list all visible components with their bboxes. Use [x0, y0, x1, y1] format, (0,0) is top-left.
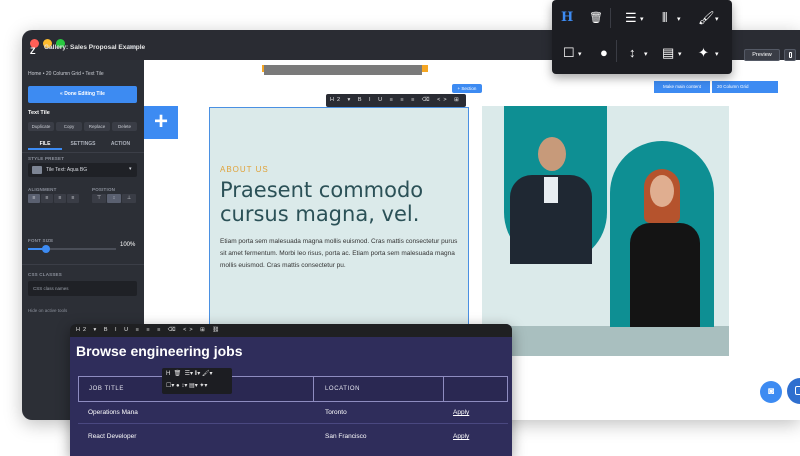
delete-button[interactable]: Delete — [112, 122, 137, 131]
border-icon[interactable]: ☐ — [563, 45, 575, 61]
chevron-down-icon[interactable]: ▾ — [640, 15, 644, 23]
body-copy[interactable]: Etiam porta sem malesuada magna mollis e… — [220, 236, 460, 272]
chevron-down-icon[interactable]: ▾ — [715, 50, 719, 58]
position-top-icon[interactable]: ⊤ — [92, 194, 106, 203]
font-size-label: FONT SIZE — [28, 238, 54, 243]
alignment-label: ALIGNMENT — [28, 187, 57, 192]
font-size-slider-thumb[interactable] — [42, 245, 50, 253]
mini-format-toolbar[interactable]: H 🗑 ☰▾ ⫴▾ 🖌▾ ☐▾ ● ↕▾ ▤▾ ✦▾ — [162, 368, 232, 394]
mini-toolbar-row: H 🗑 ☰▾ ⫴▾ 🖌▾ — [166, 371, 213, 377]
align-center-icon[interactable]: ≡ — [41, 194, 53, 203]
jobs-text-toolbar[interactable]: H2 ▾ B I U ≡ ≡ ≡ ⌫ <> ⊞ ⛓ — [70, 324, 512, 337]
done-editing-button[interactable]: « Done Editing Tile — [28, 86, 137, 103]
font-size-slider-rest — [46, 248, 116, 250]
mini-toolbar-row: ☐▾ ● ↕▾ ▤▾ ✦▾ — [166, 383, 208, 389]
hide-toggle[interactable]: Hide on active tools — [28, 308, 67, 313]
align-icon[interactable]: ☰ — [625, 10, 637, 26]
magic-icon[interactable]: ✦ — [698, 45, 709, 61]
edit-label[interactable]: Edit — [128, 45, 137, 51]
columns-icon[interactable]: ⫴ — [662, 10, 667, 26]
text-format-toolbar[interactable]: H2 ▾ B I U ≡ ≡ ≡ ⌫ <> ⊞ ⛓ — [326, 94, 466, 107]
apply-link[interactable]: Apply — [453, 433, 469, 440]
eyebrow-text: ABOUT US — [220, 165, 269, 174]
align-left-icon[interactable]: ≡ — [28, 194, 40, 203]
chevron-down-icon[interactable]: ▾ — [715, 15, 719, 23]
style-preset-value: Tile Text: Aqua BG — [46, 167, 88, 173]
apply-link[interactable]: Apply — [453, 409, 469, 416]
height-icon[interactable]: ↕ — [629, 45, 636, 61]
chevron-down-icon[interactable]: ▾ — [578, 50, 582, 58]
divider — [616, 40, 617, 62]
tab-action[interactable]: ACTION — [104, 138, 137, 150]
divider — [443, 377, 444, 401]
replace-button[interactable]: Replace — [84, 122, 110, 131]
camera-icon[interactable]: ◙ — [760, 381, 782, 403]
panel-title: Text Tile — [28, 110, 50, 116]
job-title-cell[interactable]: Operations Mana — [88, 409, 138, 416]
woman-face — [650, 175, 674, 207]
preview-button[interactable]: Preview — [744, 49, 780, 61]
job-location-cell: San Francisco — [325, 433, 367, 440]
chevron-down-icon: ▾ — [129, 166, 132, 172]
heading-icon[interactable]: H — [561, 10, 573, 26]
job-location-cell: Toronto — [325, 409, 347, 416]
divider — [22, 152, 144, 153]
plus-icon: + — [153, 108, 168, 135]
top-image[interactable] — [264, 65, 422, 75]
breadcrumb[interactable]: Home • 20 Column Grid • Text Tile — [28, 71, 104, 77]
duplicate-button[interactable]: Duplicate — [28, 122, 54, 131]
phone-icon — [789, 52, 792, 58]
css-classes-input[interactable]: CSS class names — [28, 281, 137, 296]
chat-icon — [795, 386, 800, 395]
position-label: POSITION — [92, 187, 116, 192]
job-title-cell[interactable]: React Developer — [88, 433, 136, 440]
css-classes-placeholder: CSS class names — [33, 286, 69, 291]
style-preset-label: STYLE PRESET — [28, 156, 65, 161]
tab-settings[interactable]: SETTINGS — [64, 138, 102, 150]
grid-chip[interactable]: 20 Column Grid — [712, 81, 778, 93]
css-classes-label: CSS CLASSES — [28, 272, 62, 277]
jobs-title[interactable]: Browse engineering jobs — [76, 343, 242, 359]
trash-icon[interactable]: 🗑 — [589, 10, 603, 26]
jobs-table-header: JOB TITLE LOCATION — [78, 376, 508, 402]
drop-icon[interactable]: ● — [600, 45, 608, 61]
preset-swatch — [32, 166, 42, 174]
text-tile[interactable]: ABOUT US Praesent commodo cursus magna, … — [209, 107, 469, 330]
col-job-title: JOB TITLE — [89, 386, 124, 392]
brush-icon[interactable]: 🖌 — [698, 10, 715, 26]
copy-button[interactable]: Copy — [56, 122, 82, 131]
jobs-panel: H2 ▾ B I U ≡ ≡ ≡ ⌫ <> ⊞ ⛓ Browse enginee… — [70, 324, 512, 456]
man-shirt — [544, 177, 558, 203]
align-justify-icon[interactable]: ≡ — [67, 194, 79, 203]
divider — [610, 8, 611, 28]
font-size-value[interactable]: 100% — [120, 242, 135, 248]
add-block-button[interactable]: + — [144, 106, 178, 139]
chevron-down-icon[interactable]: ▾ — [677, 15, 681, 23]
add-section-button[interactable]: + Section — [452, 84, 482, 93]
chevron-down-icon[interactable]: ▾ — [644, 50, 648, 58]
position-bottom-icon[interactable]: ⊥ — [122, 194, 136, 203]
man-head — [538, 137, 566, 171]
divider — [313, 377, 314, 401]
position-middle-icon[interactable]: ↕ — [107, 194, 121, 203]
col-location: LOCATION — [325, 386, 361, 392]
chevron-down-icon[interactable]: ▾ — [678, 50, 682, 58]
mobile-preview-button[interactable] — [784, 49, 796, 61]
align-right-icon[interactable]: ≡ — [54, 194, 66, 203]
woman-body — [630, 223, 700, 327]
style-preset-select[interactable]: Tile Text: Aqua BG ▾ — [28, 163, 137, 177]
tab-file[interactable]: FILE — [28, 138, 62, 150]
block-format-toolbar: H 🗑 ☰ ▾ ⫴ ▾ 🖌 ▾ ☐ ▾ ● ↕ ▾ ▤ ▾ ✦ ▾ — [552, 0, 732, 74]
image-strip — [482, 326, 729, 356]
headline[interactable]: Praesent commodo cursus magna, vel. — [220, 178, 460, 226]
divider — [22, 264, 144, 265]
background-icon[interactable]: ▤ — [662, 45, 674, 61]
make-main-content-button[interactable]: Make main content — [654, 81, 710, 93]
chat-button[interactable] — [787, 378, 800, 404]
row-divider — [78, 423, 508, 424]
app-logo-icon: Z — [30, 46, 36, 56]
